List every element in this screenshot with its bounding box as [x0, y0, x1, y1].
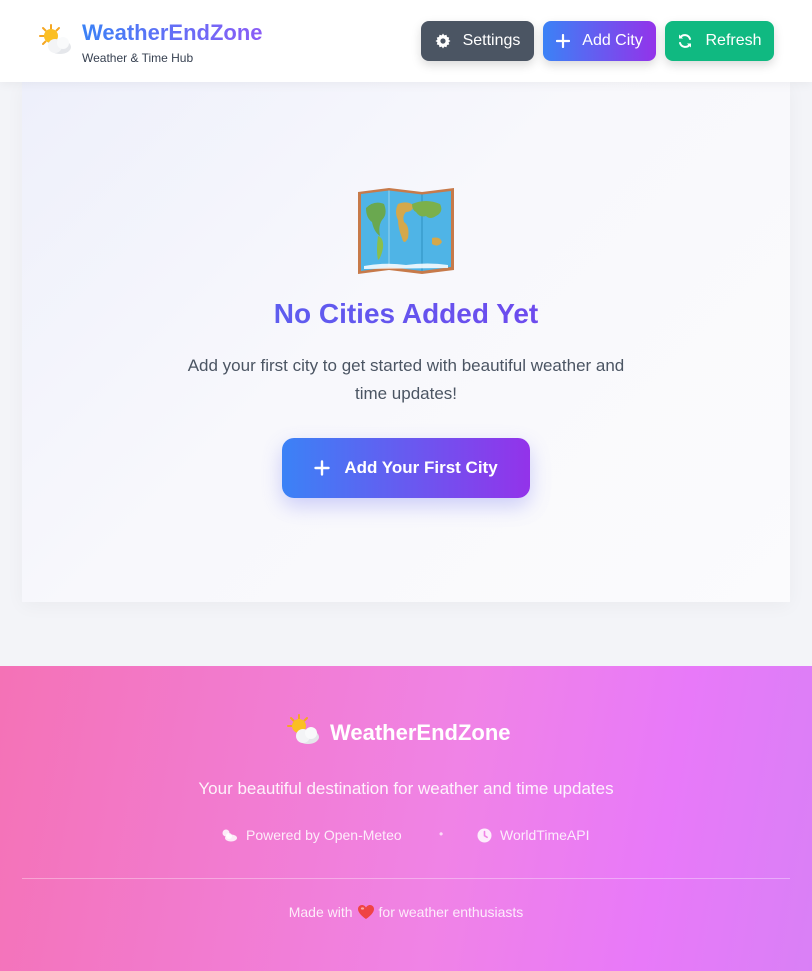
app-header: WeatherEndZone Weather & Time Hub Settin…	[0, 0, 812, 82]
gear-icon	[435, 33, 451, 49]
footer-tagline: Your beautiful destination for weather a…	[198, 779, 614, 798]
refresh-label: Refresh	[705, 32, 762, 49]
sun-behind-cloud-icon	[39, 24, 71, 54]
worldtimeapi-link[interactable]: WorldTimeAPI	[477, 827, 589, 843]
brand-subtitle: Weather & Time Hub	[82, 51, 194, 65]
settings-button[interactable]: Settings	[421, 21, 534, 61]
clock-icon	[477, 828, 492, 842]
brand-title: WeatherEndZone	[82, 20, 263, 45]
add-first-city-button[interactable]: Add Your First City	[282, 438, 530, 498]
footer-separator: •	[439, 827, 444, 841]
plus-icon	[556, 34, 571, 48]
empty-state-title: No Cities Added Yet	[22, 298, 790, 330]
empty-state-card: No Cities Added Yet Add your first city …	[22, 82, 790, 602]
add-city-button[interactable]: Add City	[543, 21, 656, 61]
add-city-label: Add City	[582, 32, 643, 49]
world-map-icon	[358, 188, 454, 274]
powered-by-label: Powered by Open-Meteo	[246, 827, 402, 843]
footer-brand-title: WeatherEndZone	[330, 720, 511, 745]
settings-label: Settings	[462, 32, 521, 49]
refresh-icon	[679, 34, 692, 48]
made-with-suffix: for weather enthusiasts	[378, 904, 524, 920]
footer-divider	[22, 878, 790, 879]
app-footer: WeatherEndZone Your beautiful destinatio…	[0, 666, 812, 971]
powered-by-link[interactable]: Powered by Open-Meteo	[220, 827, 402, 843]
made-with-line: Made with for weather enthusiasts	[0, 904, 812, 920]
made-with-prefix: Made with	[288, 904, 353, 920]
cloud-sun-icon	[222, 829, 237, 842]
plus-icon	[314, 460, 331, 476]
heart-icon	[357, 905, 374, 919]
sun-behind-cloud-icon	[287, 714, 319, 744]
add-first-city-label: Add Your First City	[344, 458, 498, 477]
refresh-button[interactable]: Refresh	[665, 21, 774, 61]
worldtimeapi-label: WorldTimeAPI	[500, 827, 590, 843]
empty-state-description: Add your first city to get started with …	[187, 356, 625, 403]
